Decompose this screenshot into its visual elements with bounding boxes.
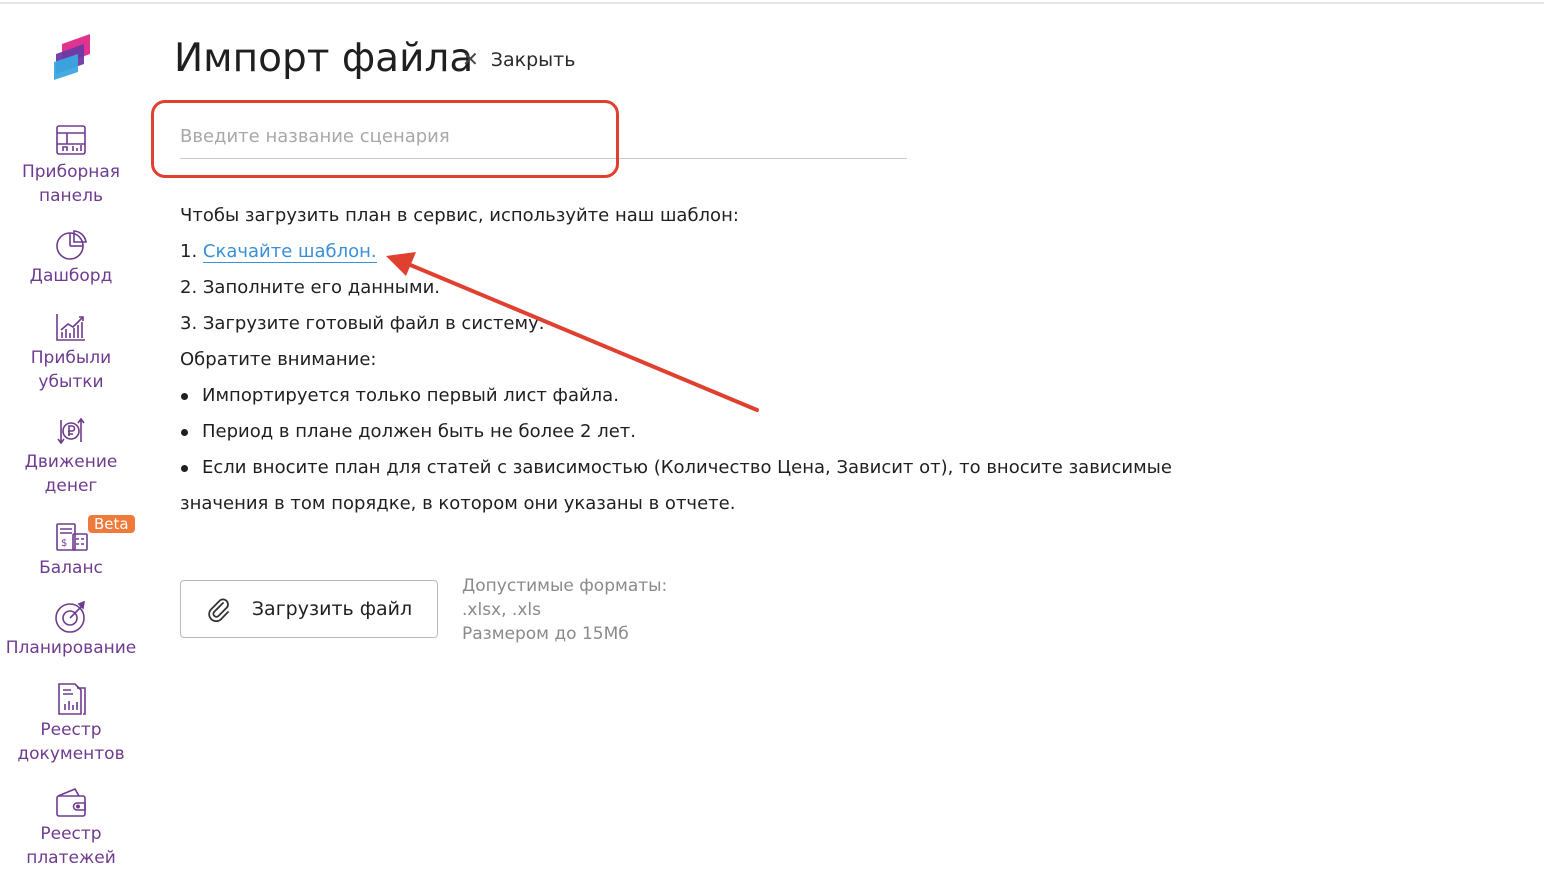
upload-button-label: Загрузить файл [251, 598, 413, 620]
sidebar-item-documents-registry[interactable]: Реестр документов [0, 682, 142, 766]
allowed-formats-info: Допустимые форматы: .xlsx, .xls Размером… [462, 574, 667, 646]
close-label: Закрыть [490, 49, 576, 71]
sidebar-item-profit-loss[interactable]: Прибыли убытки [0, 310, 142, 394]
balance-sheet-icon: $ [56, 523, 88, 551]
sidebar-item-label: Баланс [39, 558, 103, 578]
sidebar-item-cash-flow[interactable]: Движение денег [0, 414, 142, 498]
beta-badge: Beta [88, 515, 135, 533]
note-bullet-text: Если вносите план для статей с зависимос… [180, 457, 1172, 514]
bullet-dot [180, 450, 202, 486]
sidebar-item-label: Реестр платежей [26, 824, 116, 868]
sidebar: Приборная панель Дашборд Прибыли убытки … [0, 0, 142, 886]
note-bullet: Импортируется только первый лист файла. [180, 378, 1240, 414]
wallet-icon [56, 787, 86, 817]
sidebar-item-label: Дашборд [29, 266, 113, 286]
bullet-dot [180, 378, 202, 414]
note-title: Обратите внимание: [180, 349, 377, 370]
sidebar-item-label: Реестр документов [17, 720, 125, 764]
sidebar-item-label: Планирование [5, 638, 137, 658]
formats-list: .xlsx, .xls [462, 600, 541, 620]
sidebar-item-planning[interactable]: Планирование [0, 600, 142, 660]
instructions-intro: Чтобы загрузить план в сервис, используй… [180, 205, 739, 226]
instruction-step-3: 3. Загрузите готовый файл в систему. [180, 313, 545, 334]
app-logo-icon[interactable] [48, 32, 96, 82]
note-bullet-text: Период в плане должен быть не более 2 ле… [202, 421, 636, 442]
sidebar-item-label: Приборная панель [21, 162, 121, 206]
close-button[interactable]: ✕ Закрыть [462, 46, 575, 73]
sidebar-item-label: Прибыли убытки [30, 348, 112, 392]
instruction-step-2: 2. Заполните его данными. [180, 277, 440, 298]
pie-chart-icon [56, 230, 87, 260]
upload-file-button[interactable]: Загрузить файл [180, 580, 438, 638]
bullet-dot [180, 414, 202, 450]
note-bullet: Период в плане должен быть не более 2 ле… [180, 414, 1240, 450]
note-bullet-text: Импортируется только первый лист файла. [202, 385, 619, 406]
instruction-step-1: 1. Скачайте шаблон. [180, 234, 1240, 270]
close-icon: ✕ [462, 47, 479, 71]
note-bullet: Если вносите план для статей с зависимос… [180, 450, 1210, 522]
svg-text:$: $ [61, 538, 67, 549]
top-border [0, 2, 1544, 4]
bar-chart-growth-icon [56, 314, 85, 341]
sidebar-item-payments-registry[interactable]: Реестр платежей [0, 786, 142, 870]
page-title: Импорт файла [174, 36, 474, 81]
sidebar-item-dashboard[interactable]: Дашборд [0, 228, 142, 288]
ruble-cycle-icon [57, 417, 85, 445]
document-report-icon [58, 683, 86, 715]
size-limit: Размером до 15Мб [462, 624, 629, 644]
step-1-number: 1. [180, 241, 198, 262]
download-template-link[interactable]: Скачайте шаблон. [202, 241, 377, 263]
formats-title: Допустимые форматы: [462, 576, 668, 596]
target-icon [55, 600, 86, 633]
sidebar-item-label: Движение денег [24, 452, 118, 496]
import-instructions: Чтобы загрузить план в сервис, используй… [180, 198, 1240, 522]
paperclip-icon [208, 598, 229, 622]
scenario-name-input[interactable] [180, 118, 907, 154]
scenario-name-field-wrapper [180, 118, 907, 159]
dashboard-panel-icon [56, 125, 86, 155]
sidebar-item-dashboard-panel[interactable]: Приборная панель [0, 124, 142, 208]
